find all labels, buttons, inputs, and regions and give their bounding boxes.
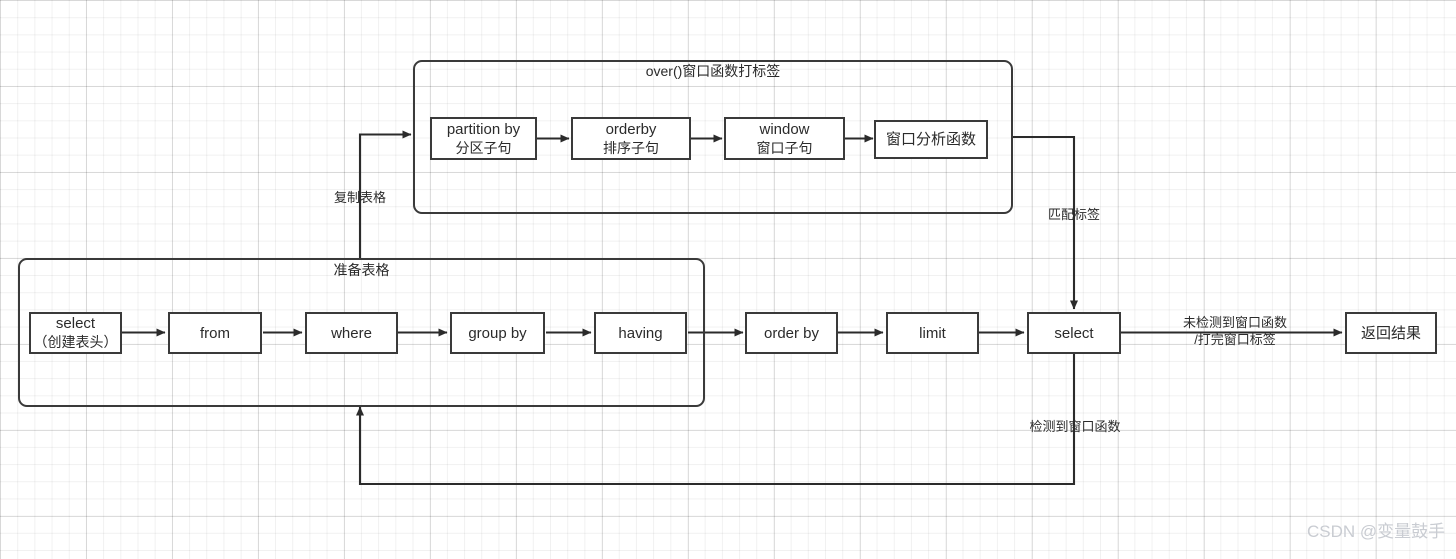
node-analytic-function-label: 窗口分析函数 bbox=[885, 131, 976, 148]
node-select-final[interactable]: select bbox=[1027, 312, 1121, 354]
node-order-by[interactable]: order by bbox=[745, 312, 838, 354]
node-from[interactable]: from bbox=[168, 312, 262, 354]
node-orderby-clause-line1: orderby bbox=[605, 120, 657, 138]
edge-label-no-window-function-line2: /打完窗口标签 bbox=[1194, 332, 1276, 347]
node-partition-by-line2: 分区子句 bbox=[455, 139, 512, 156]
node-window-clause-line1: window bbox=[759, 120, 810, 138]
node-return-result[interactable]: 返回结果 bbox=[1345, 312, 1437, 354]
edge-label-copy-table: 复制表格 bbox=[333, 190, 386, 205]
edge-match-tag bbox=[1012, 135, 1078, 310]
group-title-over-window-function: over()窗口函数打标签 bbox=[645, 63, 781, 79]
node-select-create-header-line2: （创建表头） bbox=[33, 334, 118, 350]
node-partition-by[interactable]: partition by 分区子句 bbox=[430, 117, 537, 160]
node-having[interactable]: having bbox=[594, 312, 687, 354]
node-order-by-label: order by bbox=[763, 324, 820, 342]
node-window-clause-line2: 窗口子句 bbox=[756, 139, 813, 156]
node-window-clause[interactable]: window 窗口子句 bbox=[724, 117, 845, 160]
group-title-prepare-table: 准备表格 bbox=[333, 262, 390, 278]
edge-label-window-function-detected: 检测到窗口函数 bbox=[1029, 419, 1121, 434]
diagram-canvas: over()窗口函数打标签 partition by 分区子句 orderby … bbox=[0, 0, 1456, 559]
node-analytic-function[interactable]: 窗口分析函数 bbox=[874, 120, 988, 159]
node-limit[interactable]: limit bbox=[886, 312, 979, 354]
node-group-by-label: group by bbox=[468, 324, 527, 342]
node-orderby-clause[interactable]: orderby 排序子句 bbox=[571, 117, 691, 160]
node-select-create-header[interactable]: select （创建表头） bbox=[29, 312, 122, 354]
edge-label-match-tag: 匹配标签 bbox=[1047, 207, 1100, 222]
node-orderby-clause-line2: 排序子句 bbox=[603, 139, 659, 156]
edge-label-no-window-function-line1: 未检测到窗口函数 bbox=[1182, 315, 1287, 330]
node-partition-by-line1: partition by bbox=[446, 120, 521, 138]
node-select-final-label: select bbox=[1054, 324, 1094, 342]
node-select-create-header-line1: select bbox=[55, 315, 96, 332]
node-return-result-label: 返回结果 bbox=[1360, 324, 1421, 342]
node-limit-label: limit bbox=[919, 324, 946, 342]
node-where[interactable]: where bbox=[305, 312, 398, 354]
node-group-by[interactable]: group by bbox=[450, 312, 545, 354]
edge-label-no-window-function: 未检测到窗口函数 /打完窗口标签 bbox=[1155, 314, 1315, 348]
watermark: CSDN @变量鼓手 bbox=[1307, 522, 1446, 541]
node-having-label: having bbox=[618, 324, 663, 342]
node-from-label: from bbox=[200, 324, 230, 342]
node-where-label: where bbox=[331, 324, 372, 342]
